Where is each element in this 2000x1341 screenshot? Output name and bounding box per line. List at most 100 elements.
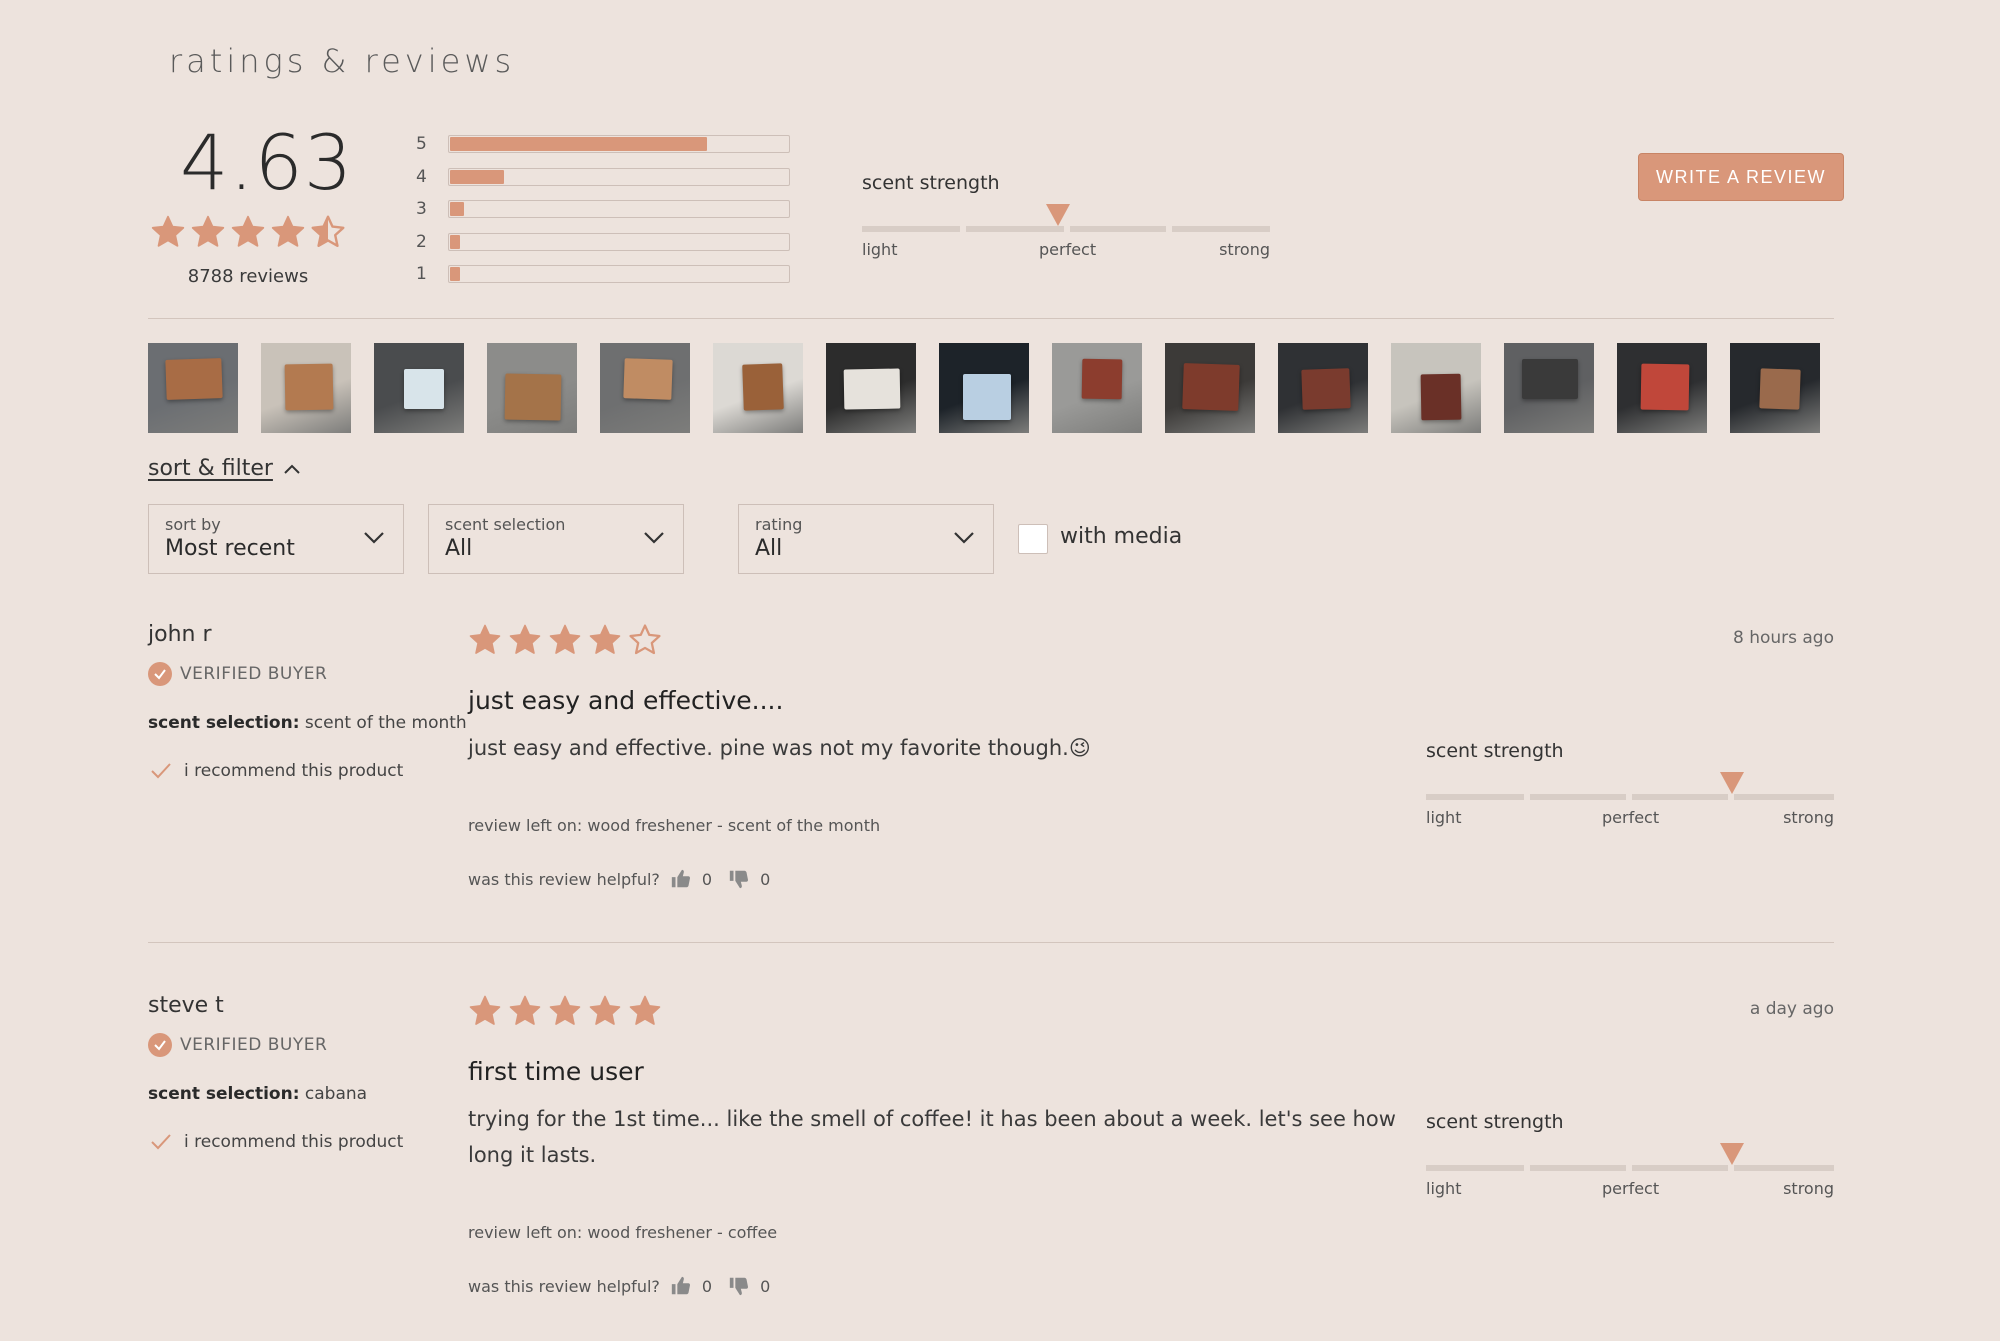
scent-strength-title: scent strength: [1426, 740, 1564, 762]
thumbs-down-icon[interactable]: [728, 868, 750, 890]
review-photo-15[interactable]: [1730, 343, 1820, 433]
rating-label: rating: [755, 515, 803, 534]
review-photo-3[interactable]: [374, 343, 464, 433]
distribution-row[interactable]: 5: [416, 134, 790, 154]
write-review-button[interactable]: WRITE A REVIEW: [1638, 153, 1844, 201]
section-title: ratings & reviews: [169, 42, 516, 80]
review-photo-10[interactable]: [1165, 343, 1255, 433]
wood-freshener-image: [963, 374, 1011, 420]
with-media-checkbox[interactable]: [1018, 524, 1048, 554]
review-body: trying for the 1st time... like the smel…: [468, 1107, 1396, 1167]
distribution-track: [448, 232, 790, 251]
sort-by-value: Most recent: [165, 536, 295, 561]
helpful-row: was this review helpful? 0 0: [468, 1275, 770, 1297]
review-scent-selection: scent selection: scent of the month: [148, 713, 467, 733]
scent-label-strong: strong: [1783, 1179, 1834, 1198]
wood-freshener-image: [1081, 358, 1123, 400]
review-photo-7[interactable]: [826, 343, 916, 433]
star-full-icon: [589, 995, 621, 1025]
scent-strength-marker: [1720, 772, 1744, 794]
review-divider: [148, 942, 1834, 943]
sort-filter-toggle[interactable]: sort & filter: [148, 456, 301, 481]
scent-strength-title: scent strength: [1426, 1111, 1564, 1133]
review-photo-2[interactable]: [261, 343, 351, 433]
distribution-row[interactable]: 1: [416, 264, 790, 284]
scent-selection-key: scent selection:: [148, 1084, 300, 1104]
verified-buyer-badge: VERIFIED BUYER: [148, 662, 327, 686]
star-full-icon: [469, 995, 501, 1025]
recommend-note: i recommend this product: [150, 1132, 403, 1152]
helpful-up-count: 0: [701, 869, 713, 889]
thumbs-up-icon[interactable]: [670, 868, 692, 890]
distribution-star-label: 5: [416, 134, 427, 154]
scent-selection-value: cabana: [304, 1084, 368, 1104]
review-photo-5[interactable]: [600, 343, 690, 433]
star-full-icon: [589, 624, 621, 654]
review-photo-4[interactable]: [487, 343, 577, 433]
wood-freshener-image: [1759, 368, 1801, 410]
wood-freshener-image: [742, 363, 784, 411]
rating-value: All: [755, 536, 783, 561]
review-photo-6[interactable]: [713, 343, 803, 433]
distribution-fill: [450, 234, 460, 249]
review-stars: [468, 994, 662, 1028]
recommend-label: i recommend this product: [184, 1132, 404, 1152]
review-timestamp: 8 hours ago: [1732, 628, 1834, 648]
star-empty-icon: [629, 624, 661, 655]
review-photo-13[interactable]: [1504, 343, 1594, 433]
review-stars: [468, 623, 662, 657]
scent-segment-perfect-strong: [1632, 1165, 1728, 1171]
distribution-star-label: 1: [416, 264, 427, 284]
scent-label-strong: strong: [1219, 240, 1270, 259]
distribution-fill: [450, 169, 505, 184]
distribution-row[interactable]: 4: [416, 167, 790, 187]
scent-strength-title: scent strength: [862, 172, 1000, 194]
average-rating: 4.63: [180, 118, 354, 207]
review-left-on: review left on: wood freshener - scent o…: [468, 816, 881, 835]
review-photo-8[interactable]: [939, 343, 1029, 433]
verified-check-icon: [148, 1033, 172, 1057]
star-half-icon: [311, 215, 345, 247]
scent-segment-strong: [1734, 794, 1834, 800]
review-timestamp: a day ago: [1749, 999, 1834, 1019]
sort-filter-link[interactable]: sort & filter: [148, 456, 273, 481]
distribution-row[interactable]: 2: [416, 232, 790, 252]
review-photo-11[interactable]: [1278, 343, 1368, 433]
scent-selection-dropdown[interactable]: scent selection All: [428, 504, 684, 574]
review-photo-14[interactable]: [1617, 343, 1707, 433]
distribution-track: [448, 200, 790, 218]
helpful-row: was this review helpful? 0 0: [468, 868, 770, 890]
distribution-track: [448, 135, 790, 153]
verified-buyer-label: VERIFIED BUYER: [180, 664, 328, 684]
scent-segment-light: [862, 226, 960, 232]
star-full-icon: [509, 624, 541, 654]
with-media-label[interactable]: with media: [1060, 524, 1182, 549]
scent-strength-summary: scent strength light perfect strong: [862, 172, 1270, 260]
sort-by-dropdown[interactable]: sort by Most recent: [148, 504, 404, 574]
review-photo-9[interactable]: [1052, 343, 1142, 433]
wood-freshener-image: [284, 363, 334, 411]
review-photo-12[interactable]: [1391, 343, 1481, 433]
scent-label-light: light: [862, 240, 898, 259]
scent-selection-value: All: [445, 536, 473, 561]
review-photo-1[interactable]: [148, 343, 238, 433]
rating-dropdown[interactable]: rating All: [738, 504, 994, 574]
scent-label-strong: strong: [1783, 808, 1834, 827]
chevron-up-icon: [284, 464, 300, 474]
distribution-row[interactable]: 3: [416, 199, 790, 219]
scent-segment-strong: [1734, 1165, 1834, 1171]
scent-selection-key: scent selection:: [148, 713, 300, 733]
distribution-track: [448, 265, 790, 283]
scent-segment-perfect-strong: [1070, 226, 1166, 232]
reviewer-name: steve t: [148, 993, 224, 1018]
star-full-icon: [191, 215, 225, 247]
scent-segment-light-perfect: [1530, 794, 1626, 800]
review-count: 8788 reviews: [187, 266, 309, 287]
thumbs-up-icon[interactable]: [670, 1275, 692, 1297]
checkmark-icon: [151, 763, 171, 779]
scent-segment-light: [1426, 794, 1524, 800]
thumbs-down-icon[interactable]: [728, 1275, 750, 1297]
review-title: first time user: [468, 1057, 644, 1086]
wood-freshener-image: [843, 368, 901, 410]
helpful-down-count: 0: [760, 869, 771, 889]
